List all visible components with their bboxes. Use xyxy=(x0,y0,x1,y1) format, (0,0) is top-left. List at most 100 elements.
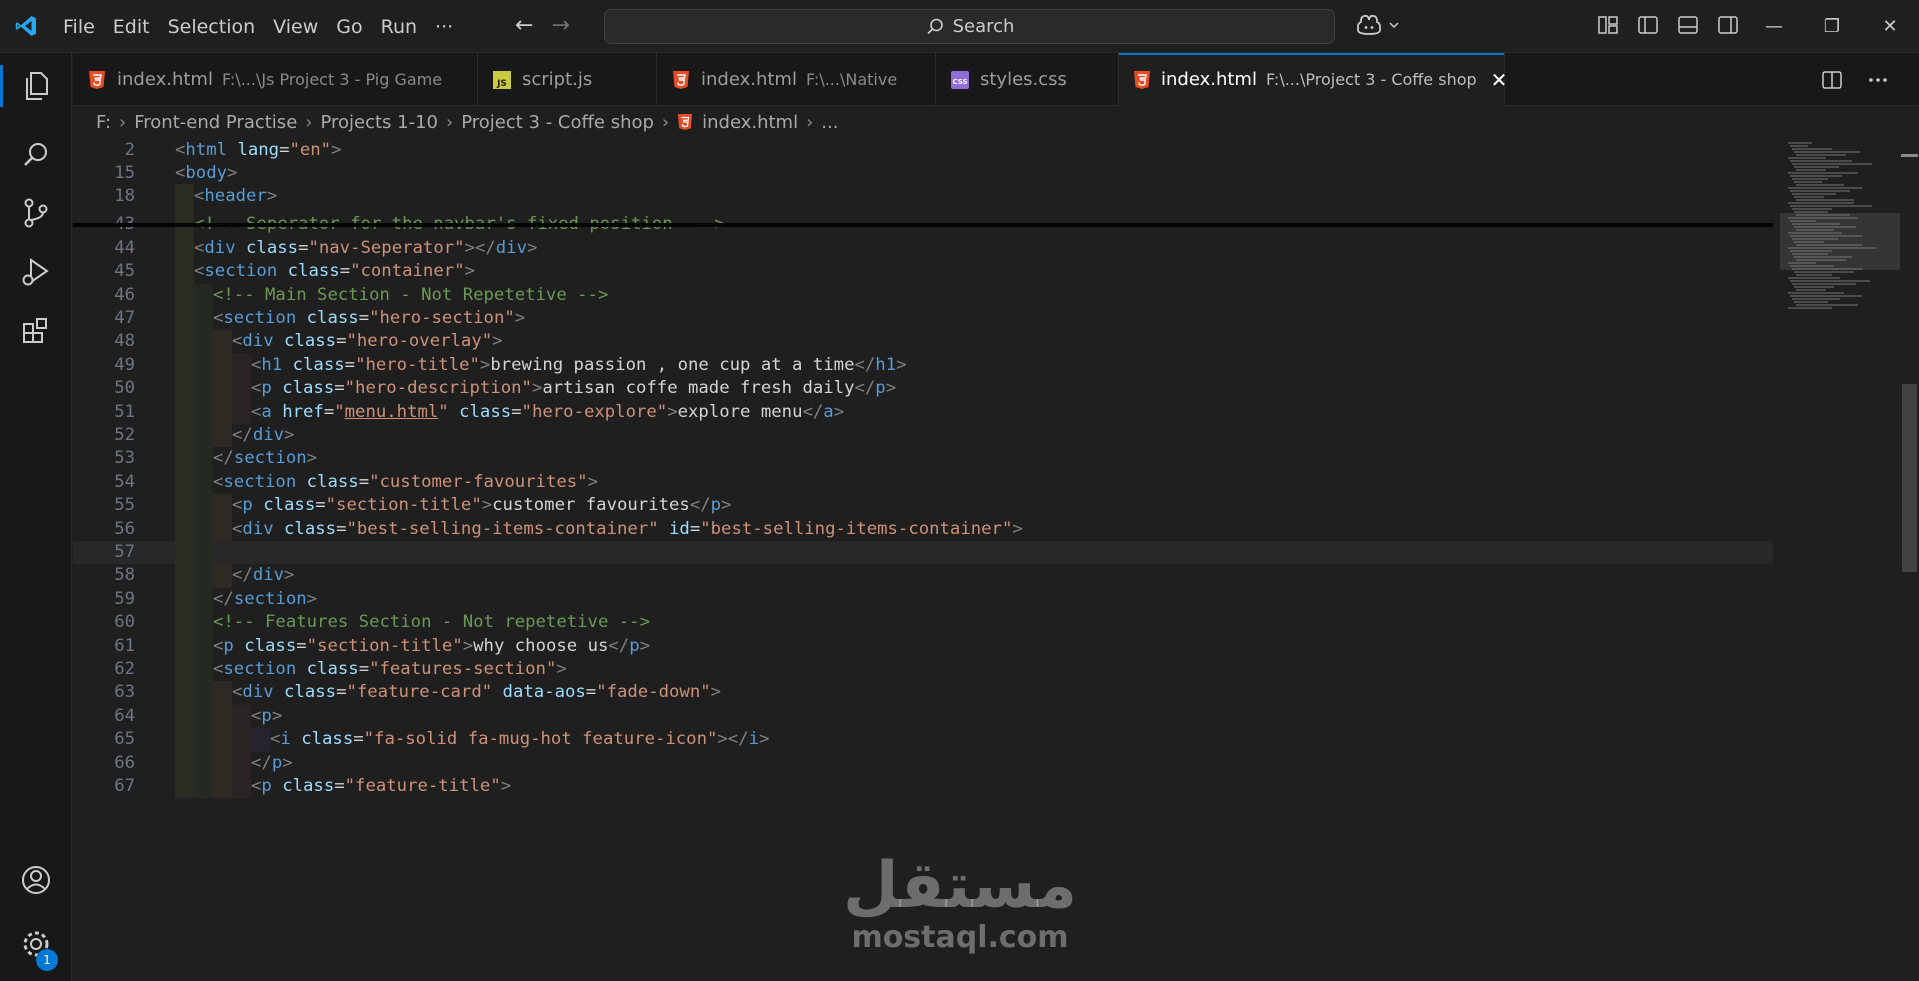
code-line[interactable]: 57 xyxy=(73,541,1773,565)
line-number: 45 xyxy=(114,261,135,282)
indent-guide xyxy=(194,400,213,424)
breadcrumb-item[interactable]: F: xyxy=(96,112,111,133)
html-file-icon xyxy=(1133,70,1151,90)
line-content: <div class="nav-Seperator"></div> xyxy=(194,237,537,260)
code-line[interactable]: 62 <section class="features-section"> xyxy=(73,658,1773,682)
breadcrumb-symbol[interactable]: ... xyxy=(821,112,838,133)
token-str: "hero-title" xyxy=(355,354,480,375)
command-center-search[interactable]: Search xyxy=(604,9,1335,44)
breadcrumb-file[interactable]: index.html xyxy=(702,112,798,133)
toggle-primary-sidebar-icon[interactable] xyxy=(1636,13,1660,37)
back-arrow-icon[interactable]: ← xyxy=(515,13,533,38)
token-link[interactable]: menu.html xyxy=(345,402,439,422)
token-attr: data-aos xyxy=(502,682,586,703)
close-tab-icon[interactable]: ✕ xyxy=(1491,68,1508,92)
code-line[interactable]: 46 <!-- Main Section - Not Repetetive --> xyxy=(73,283,1773,307)
close-window-icon[interactable]: ✕ xyxy=(1861,0,1919,53)
menu-selection[interactable]: Selection xyxy=(159,9,265,45)
explorer-button[interactable] xyxy=(0,57,72,115)
indent-guide xyxy=(213,681,232,705)
code-line[interactable]: 63 <div class="feature-card" data-aos="fa… xyxy=(73,681,1773,705)
code-line[interactable]: 56 <div class="best-selling-items-contain… xyxy=(73,517,1773,541)
toggle-panel-icon[interactable] xyxy=(1676,13,1700,37)
indent-guide xyxy=(194,541,213,565)
code-line[interactable]: 60 <!-- Features Section - Not repetetive… xyxy=(73,611,1773,635)
token-str: "hero-description" xyxy=(344,378,532,399)
code-line[interactable]: 51 <a href="menu.html" class="hero-explor… xyxy=(73,400,1773,424)
run-debug-button[interactable] xyxy=(0,243,72,301)
scrollbar-marker xyxy=(1901,154,1918,157)
menu-go[interactable]: Go xyxy=(327,9,371,45)
code-line[interactable]: 54 <section class="customer-favourites"> xyxy=(73,470,1773,495)
vertical-scrollbar[interactable] xyxy=(1900,138,1919,981)
code-line[interactable]: 61 <p class="section-title">why choose us… xyxy=(73,634,1773,658)
token-txt: = xyxy=(358,471,370,492)
code-line[interactable]: 48 <div class="hero-overlay"> xyxy=(73,330,1773,354)
tab-index-html-coffe-shop[interactable]: index.html F:\...\Project 3 - Coffe shop… xyxy=(1119,53,1508,106)
code-line[interactable]: 66 </p> xyxy=(73,751,1773,775)
minimap-row xyxy=(1790,190,1850,192)
code-line[interactable]: 47 <section class="hero-section"> xyxy=(73,307,1773,331)
split-editor-icon[interactable] xyxy=(1821,69,1843,91)
code-line[interactable]: 2 <html lang="en"> xyxy=(73,138,1773,162)
token-tag: div xyxy=(495,237,527,258)
menu-file[interactable]: File xyxy=(54,9,104,45)
minimize-icon[interactable]: — xyxy=(1745,0,1803,53)
accounts-button[interactable] xyxy=(0,851,72,909)
tab-script-js[interactable]: JS script.js xyxy=(478,53,657,106)
breadcrumb-item[interactable]: Front-end Practise xyxy=(134,112,297,133)
minimap-viewport[interactable] xyxy=(1780,213,1900,270)
menu-run[interactable]: Run xyxy=(372,9,426,45)
restore-icon[interactable]: ❐ xyxy=(1803,0,1861,53)
forward-arrow-icon[interactable]: → xyxy=(551,13,569,38)
token-tag: a xyxy=(823,401,834,422)
token-br: > xyxy=(759,729,770,750)
code-line[interactable]: 65 <i class="fa-solid fa-mug-hot feature-… xyxy=(73,728,1773,752)
line-number: 64 xyxy=(114,705,135,726)
indent-guide xyxy=(175,587,194,612)
code-line[interactable]: 52 </div> xyxy=(73,424,1773,448)
tab-index-html-native[interactable]: index.html F:\...\Native xyxy=(657,53,936,106)
source-control-button[interactable] xyxy=(0,184,72,242)
code-line[interactable]: 49 <h1 class="hero-title">brewing passion… xyxy=(73,353,1773,378)
token-str: "en" xyxy=(289,139,332,160)
token-br: < xyxy=(251,378,262,399)
code-line[interactable]: 18 <header> xyxy=(73,184,1773,209)
code-line[interactable]: 55 <p class="section-title">customer favo… xyxy=(73,494,1773,518)
extensions-button[interactable] xyxy=(0,302,72,360)
code-line[interactable]: 44 <div class="nav-Seperator"></div> xyxy=(73,236,1773,261)
code-line[interactable]: 45 <section class="container"> xyxy=(73,260,1773,284)
code-line[interactable]: 50 <p class="hero-description">artisan co… xyxy=(73,377,1773,401)
token-br: < xyxy=(194,261,205,282)
search-view-button[interactable] xyxy=(0,126,72,184)
menu-edit[interactable]: Edit xyxy=(104,9,159,45)
menu-view[interactable]: View xyxy=(264,9,327,45)
code-line[interactable]: 67 <p class="feature-title"> xyxy=(73,775,1773,799)
breadcrumb-item[interactable]: Projects 1-10 xyxy=(320,112,438,133)
code-line[interactable]: 58 </div> xyxy=(73,564,1773,588)
code-line[interactable]: 15 <body> xyxy=(73,160,1773,185)
breadcrumb-item[interactable]: Project 3 - Coffe shop xyxy=(461,112,654,133)
code-line[interactable]: 53 </section> xyxy=(73,447,1773,471)
token-br: > xyxy=(331,139,342,160)
manage-button[interactable]: 1 xyxy=(0,915,72,973)
customize-layout-icon[interactable] xyxy=(1596,13,1620,37)
token-attr: id xyxy=(669,518,690,539)
menu-more[interactable]: ··· xyxy=(426,9,462,45)
copilot-button[interactable] xyxy=(1355,13,1401,37)
toggle-secondary-sidebar-icon[interactable] xyxy=(1716,13,1740,37)
indent-guide xyxy=(232,728,251,752)
more-actions-icon[interactable] xyxy=(1867,69,1889,91)
tab-styles-css[interactable]: CSS styles.css xyxy=(936,53,1119,106)
code-line[interactable]: 59 </section> xyxy=(73,587,1773,612)
scrollbar-thumb[interactable] xyxy=(1902,384,1917,572)
code-line[interactable]: 64 <p> xyxy=(73,704,1773,729)
tab-index-html-pig-game[interactable]: index.html F:\...\Js Project 3 - Pig Gam… xyxy=(73,53,478,106)
token-br: > xyxy=(266,186,278,207)
token-br: > xyxy=(284,565,295,586)
minimap-row xyxy=(1788,292,1844,294)
minimap-row xyxy=(1792,178,1828,180)
indent-guide xyxy=(175,541,194,565)
